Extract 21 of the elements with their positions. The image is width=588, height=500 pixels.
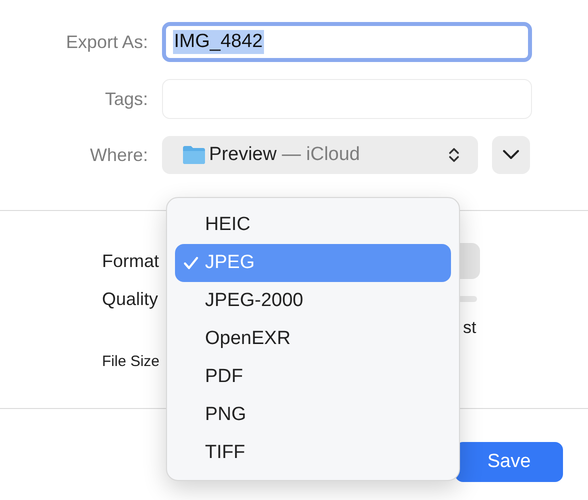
save-button[interactable]: Save <box>455 442 563 482</box>
tags-label: Tags: <box>104 88 148 110</box>
menu-item[interactable]: JPEG-2000 <box>175 282 451 320</box>
quality-label: Quality <box>102 288 158 310</box>
checkmark-icon <box>183 256 199 270</box>
location-popup[interactable]: Preview — iCloud <box>162 136 478 174</box>
where-label: Where: <box>88 144 148 166</box>
folder-icon <box>182 145 206 165</box>
slider-caption: st <box>463 318 476 338</box>
menu-item[interactable]: HEIC <box>175 206 451 244</box>
up-down-chevron-icon <box>448 146 460 164</box>
menu-item[interactable]: PNG <box>175 396 451 434</box>
chevron-down-icon <box>502 149 520 161</box>
menu-item[interactable]: OpenEXR <box>175 320 451 358</box>
export-as-label: Export As: <box>64 32 148 52</box>
menu-item[interactable]: TIFF <box>175 434 451 472</box>
expand-button[interactable] <box>492 136 530 174</box>
filename-field[interactable]: IMG_4842 <box>162 22 532 62</box>
file-size-label: File Size <box>102 352 160 370</box>
menu-item[interactable]: PDF <box>175 358 451 396</box>
format-label: Format <box>102 250 160 272</box>
